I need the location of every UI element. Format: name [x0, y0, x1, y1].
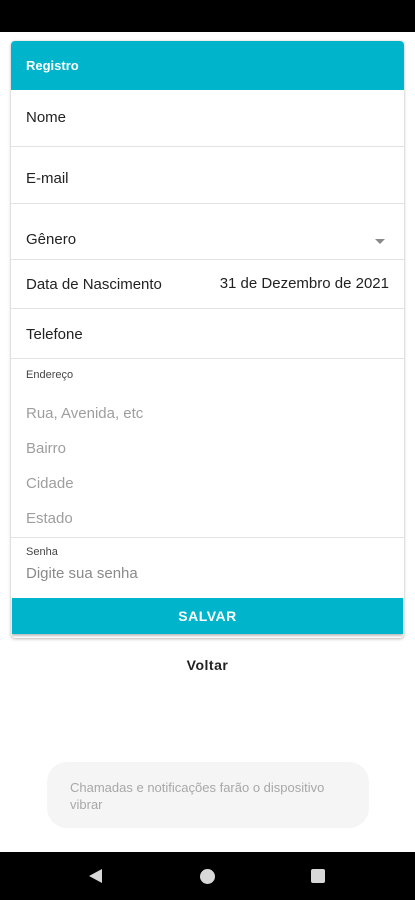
birthdate-label: Data de Nascimento [26, 276, 162, 293]
password-group: Senha Digite sua senha [11, 538, 404, 598]
back-button[interactable]: Voltar [0, 657, 415, 673]
toast-message: Chamadas e notificações farão o disposit… [47, 762, 369, 828]
registration-card: Registro Nome E-mail Gênero Data de Nasc… [11, 41, 404, 638]
neighborhood-input[interactable]: Bairro [26, 440, 66, 457]
phone-label: Telefone [26, 326, 83, 343]
navigation-bar [0, 852, 415, 900]
nav-home-icon[interactable] [200, 869, 215, 884]
gender-select[interactable]: Gênero [11, 204, 404, 260]
chevron-down-icon[interactable] [375, 239, 385, 244]
password-input[interactable]: Digite sua senha [26, 565, 138, 582]
birthdate-field[interactable]: Data de Nascimento 31 de Dezembro de 202… [11, 260, 404, 309]
name-label: Nome [26, 109, 67, 126]
gender-label: Gênero [26, 231, 77, 248]
address-group: Endereço Rua, Avenida, etc Bairro Cidade… [11, 359, 404, 538]
birthdate-value[interactable]: 31 de Dezembro de 2021 [220, 275, 389, 292]
save-button[interactable]: SALVAR [12, 598, 403, 634]
address-label: Endereço [26, 369, 74, 381]
street-input[interactable]: Rua, Avenida, etc [26, 405, 143, 422]
phone-field[interactable]: Telefone [11, 309, 404, 359]
name-field[interactable]: Nome [11, 90, 404, 147]
email-label: E-mail [26, 170, 69, 187]
state-input[interactable]: Estado [26, 510, 73, 527]
nav-back-icon[interactable] [89, 869, 102, 883]
city-input[interactable]: Cidade [26, 475, 74, 492]
page-title: Registro [11, 41, 404, 90]
email-field[interactable]: E-mail [11, 147, 404, 204]
password-label: Senha [26, 546, 58, 558]
status-bar [0, 0, 415, 32]
nav-recent-icon[interactable] [311, 869, 325, 883]
